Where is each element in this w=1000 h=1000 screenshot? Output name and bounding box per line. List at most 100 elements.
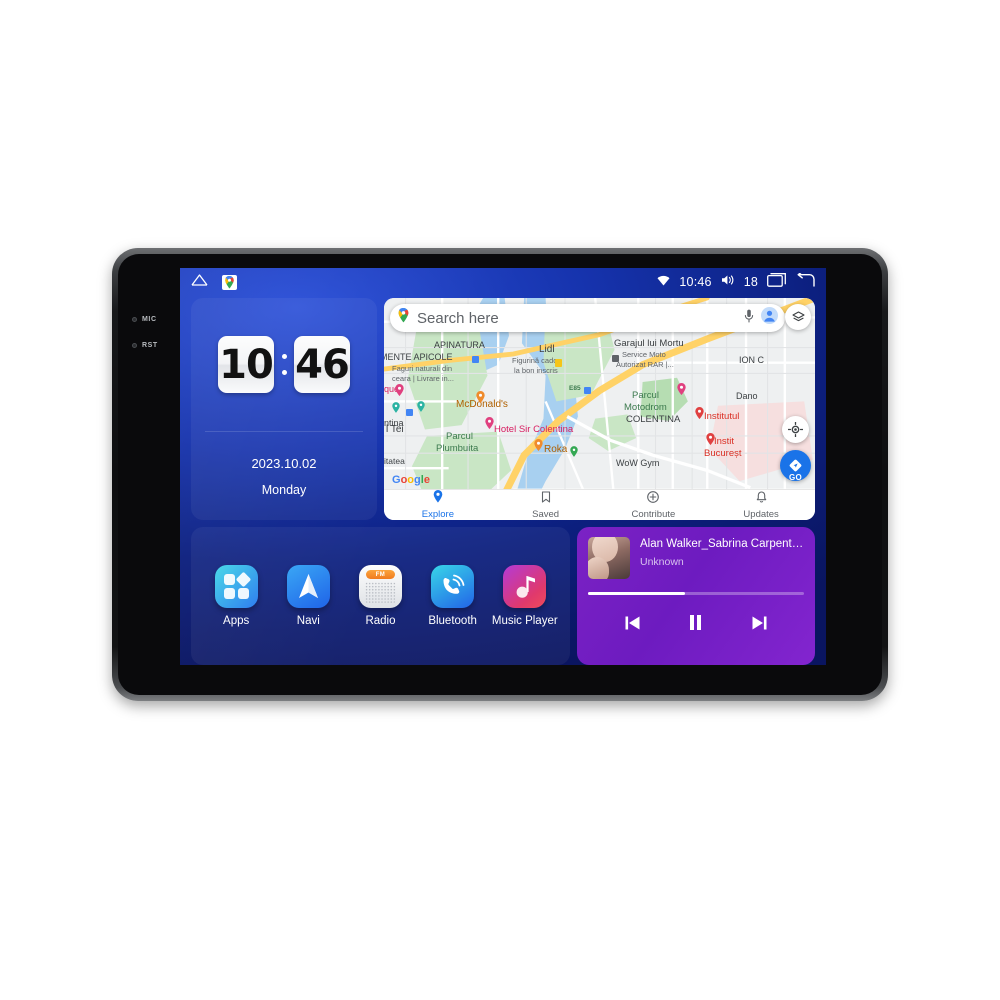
microphone-icon[interactable] [744, 309, 754, 328]
map-label: Roka [544, 444, 568, 455]
map-label: Instit [714, 436, 735, 447]
radio-icon: FM [358, 565, 402, 608]
google-maps-icon[interactable] [222, 274, 237, 290]
maps-nav-saved[interactable]: Saved [492, 490, 600, 520]
track-title: Alan Walker_Sabrina Carpenter_F... [640, 538, 804, 550]
app-shortcut-radio[interactable]: FM Radio [347, 565, 413, 627]
map-pin-teal-2[interactable] [417, 399, 425, 417]
volume-icon[interactable] [721, 273, 735, 291]
map-label: APINATURA [434, 340, 485, 350]
maps-nav-label: Saved [532, 509, 560, 520]
navigation-diamond-icon [789, 459, 802, 472]
previous-track-button[interactable] [624, 615, 641, 636]
bluetooth-phone-icon [431, 565, 475, 608]
layers-icon[interactable] [785, 304, 811, 330]
map-label: Parcul [632, 390, 659, 401]
google-maps-widget[interactable]: APINATURA MENTE APICOLE Faguri naturali di… [384, 298, 815, 520]
map-pin-que[interactable] [395, 383, 404, 401]
map-label: ceara | Livrare in... [392, 374, 454, 383]
app-shortcut-music-player[interactable]: Music Player [492, 565, 558, 627]
map-label: Parcul [446, 431, 473, 442]
apps-grid-icon [214, 565, 258, 608]
map-label: ntina [384, 418, 404, 428]
clock-widget[interactable]: 10 46 2023.10.02 Monday [191, 298, 377, 520]
app-label: Navi [296, 615, 320, 627]
device-bezel: MIC RST 10:46 18 10 46 2023.10.02 Monday… [118, 254, 882, 695]
map-label: Motodrom [624, 402, 667, 413]
back-arrow-icon[interactable] [796, 270, 815, 292]
app-shortcut-dock: Apps Navi FM Radio Bluetooth Music Playe… [191, 527, 570, 665]
clock-minutes: 46 [294, 336, 350, 393]
clock-colon-separator [274, 354, 294, 375]
car-head-unit-device: MIC RST 10:46 18 10 46 2023.10.02 Monday… [112, 248, 888, 701]
clock-weekday: Monday [261, 482, 307, 497]
bookmark-icon [541, 490, 551, 508]
maps-nav-label: Explore [421, 509, 454, 520]
navigation-arrow-icon [286, 565, 330, 608]
speaker-grille [364, 582, 396, 603]
wifi-icon [657, 273, 670, 291]
map-search-bar[interactable]: Search here [390, 304, 785, 332]
map-icon-service-badge[interactable] [612, 349, 619, 367]
map-label: Hotel Sir Colentina [494, 424, 574, 435]
reset-label: RST [142, 342, 158, 349]
app-label: Apps [223, 615, 250, 627]
go-directions-button[interactable]: GO [780, 450, 811, 482]
map-icon-route-badge[interactable] [584, 381, 591, 399]
map-label: E85 [569, 385, 581, 392]
mic-label: MIC [142, 316, 157, 323]
map-icon-lidl-badge[interactable] [555, 354, 562, 372]
playback-progress-bar[interactable] [588, 592, 804, 595]
google-maps-pin-icon [397, 307, 410, 328]
play-pause-button[interactable] [688, 614, 703, 636]
clock-hours: 10 [218, 336, 274, 393]
maps-bottom-nav: Explore Saved Contribute Updates [384, 489, 815, 520]
map-pin-institut-2[interactable] [706, 432, 715, 450]
map-label: COLENTINA [626, 414, 681, 425]
account-avatar-icon[interactable] [761, 307, 778, 329]
app-shortcut-apps[interactable]: Apps [203, 565, 269, 627]
status-bar: 10:46 18 [180, 268, 826, 296]
map-pin-green[interactable] [570, 444, 578, 462]
touchscreen: 10:46 18 10 46 2023.10.02 Monday APINATU… [180, 268, 826, 665]
home-screen: 10 46 2023.10.02 Monday APINATURA MENTE … [180, 296, 826, 665]
map-pin-roka[interactable] [534, 438, 543, 456]
map-search-placeholder[interactable]: Search here [417, 310, 737, 327]
microphone-pinhole-icon [132, 317, 137, 322]
map-label: Autorizat RAR |... [616, 360, 674, 369]
album-art-thumbnail [588, 537, 630, 579]
track-artist: Unknown [640, 556, 684, 568]
recenter-crosshair-icon[interactable] [782, 416, 809, 443]
map-pin-mcdonalds[interactable] [476, 390, 485, 408]
maps-nav-contribute[interactable]: Contribute [600, 490, 708, 520]
maps-nav-explore[interactable]: Explore [384, 490, 492, 520]
map-label: itatea [384, 456, 405, 466]
map-pin-institut[interactable] [695, 406, 704, 424]
home-icon[interactable] [191, 273, 208, 291]
map-label: WoW Gym [616, 458, 660, 468]
map-icon-blue-square[interactable] [406, 403, 413, 421]
map-label: Garajul lui Mortu [614, 338, 684, 349]
map-label: la bon inscris [514, 366, 558, 375]
map-icon-blue-square-2[interactable] [472, 350, 479, 368]
clock-date: 2023.10.02 [251, 455, 317, 471]
google-attribution: Google [392, 474, 430, 486]
maps-nav-updates[interactable]: Updates [707, 490, 815, 520]
app-label: Bluetooth [428, 615, 477, 627]
app-label: Radio [365, 615, 396, 627]
next-track-button[interactable] [751, 615, 768, 636]
map-label: Faguri naturali din [392, 364, 453, 373]
recents-icon[interactable] [767, 272, 787, 292]
flip-clock: 10 46 [191, 298, 377, 431]
map-pin-pink[interactable] [677, 382, 686, 400]
map-label: Dano [736, 391, 758, 401]
music-note-icon [503, 565, 547, 608]
app-shortcut-bluetooth[interactable]: Bluetooth [420, 565, 486, 627]
map-pin-hotel[interactable] [485, 416, 494, 434]
music-player-widget[interactable]: Alan Walker_Sabrina Carpenter_F... Unkno… [577, 527, 815, 665]
maps-nav-label: Contribute [631, 509, 676, 520]
app-shortcut-navi[interactable]: Navi [275, 565, 341, 627]
status-time: 10:46 [679, 275, 712, 289]
map-pin-teal[interactable] [392, 400, 400, 418]
map-label: Institutul [704, 411, 740, 422]
